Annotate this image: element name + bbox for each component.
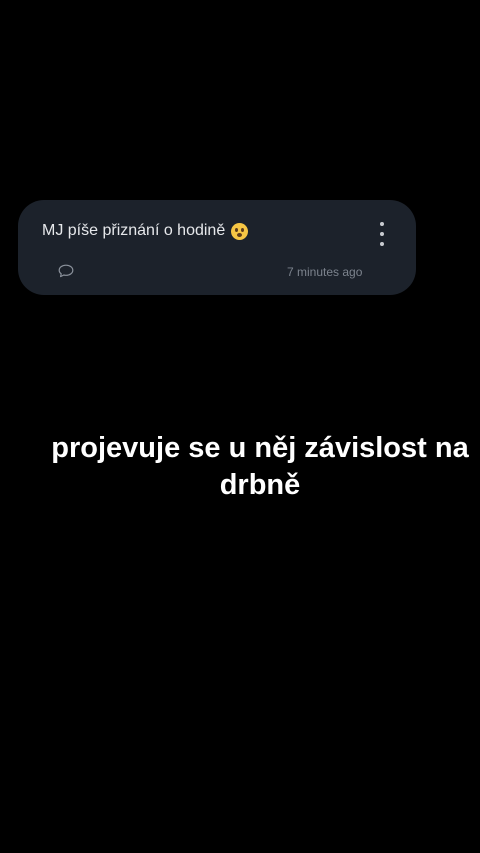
more-options-icon[interactable] [375,222,389,246]
comment-icon[interactable] [58,264,74,278]
screen: { "colors": { "background": "#000000", "… [0,0,480,853]
post-card[interactable]: MJ píše přiznání o hodině 7 minutes ago [18,200,416,295]
post-title-row: MJ píše přiznání o hodině [42,220,249,242]
caption-text: projevuje se u něj závislost na drbně [51,432,469,501]
post-timestamp: 7 minutes ago [287,265,363,279]
flushed-face-emoji-icon [231,222,249,240]
overlay-caption: projevuje se u něj závislost na drbně [40,430,480,504]
post-title: MJ píše přiznání o hodině [42,222,226,239]
